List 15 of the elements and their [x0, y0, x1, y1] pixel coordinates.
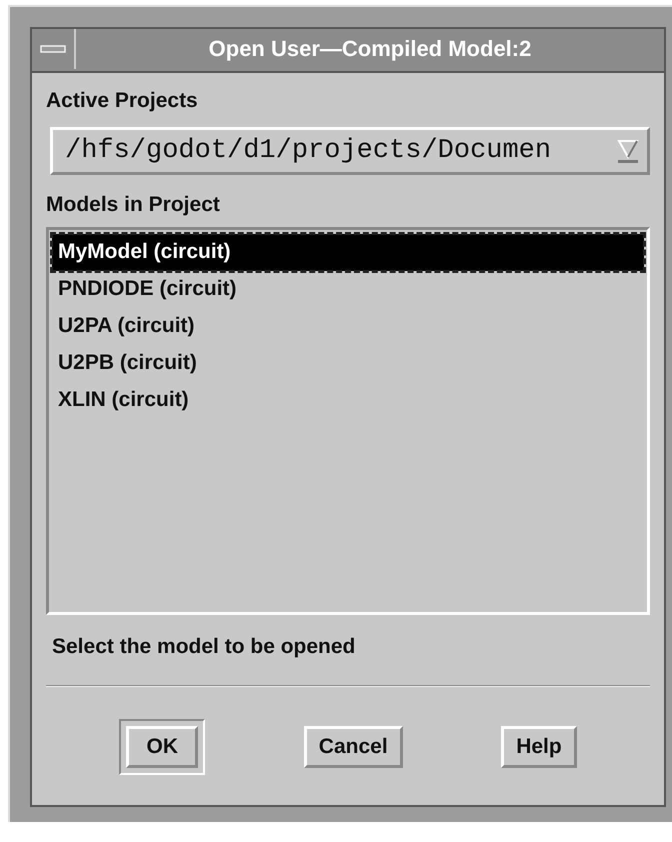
list-item[interactable]: U2PA (circuit)	[52, 308, 644, 345]
field-label: Active Projects	[46, 89, 199, 113]
dash-icon	[40, 45, 66, 53]
dialog-button[interactable]: OK	[126, 726, 198, 768]
dialog-button[interactable]: Help	[501, 726, 577, 768]
list-item[interactable]: PNDIODE (circuit)	[52, 271, 644, 308]
list-item[interactable]: MyModel (circuit)	[52, 234, 644, 271]
list-item[interactable]: U2PB (circuit)	[52, 345, 644, 382]
list-item[interactable]: XLIN (circuit)	[52, 382, 644, 419]
window-title: Open User—Compiled Model:2	[208, 35, 532, 63]
dialog-button[interactable]: Cancel	[304, 726, 403, 768]
project-dropdown[interactable]: /hfs/godot/d1/projects/Documen	[50, 127, 650, 175]
list-label: Models in Project	[46, 193, 221, 217]
status-message: Select the model to be opened	[52, 635, 356, 659]
dropdown-arrow-icon	[617, 138, 639, 164]
